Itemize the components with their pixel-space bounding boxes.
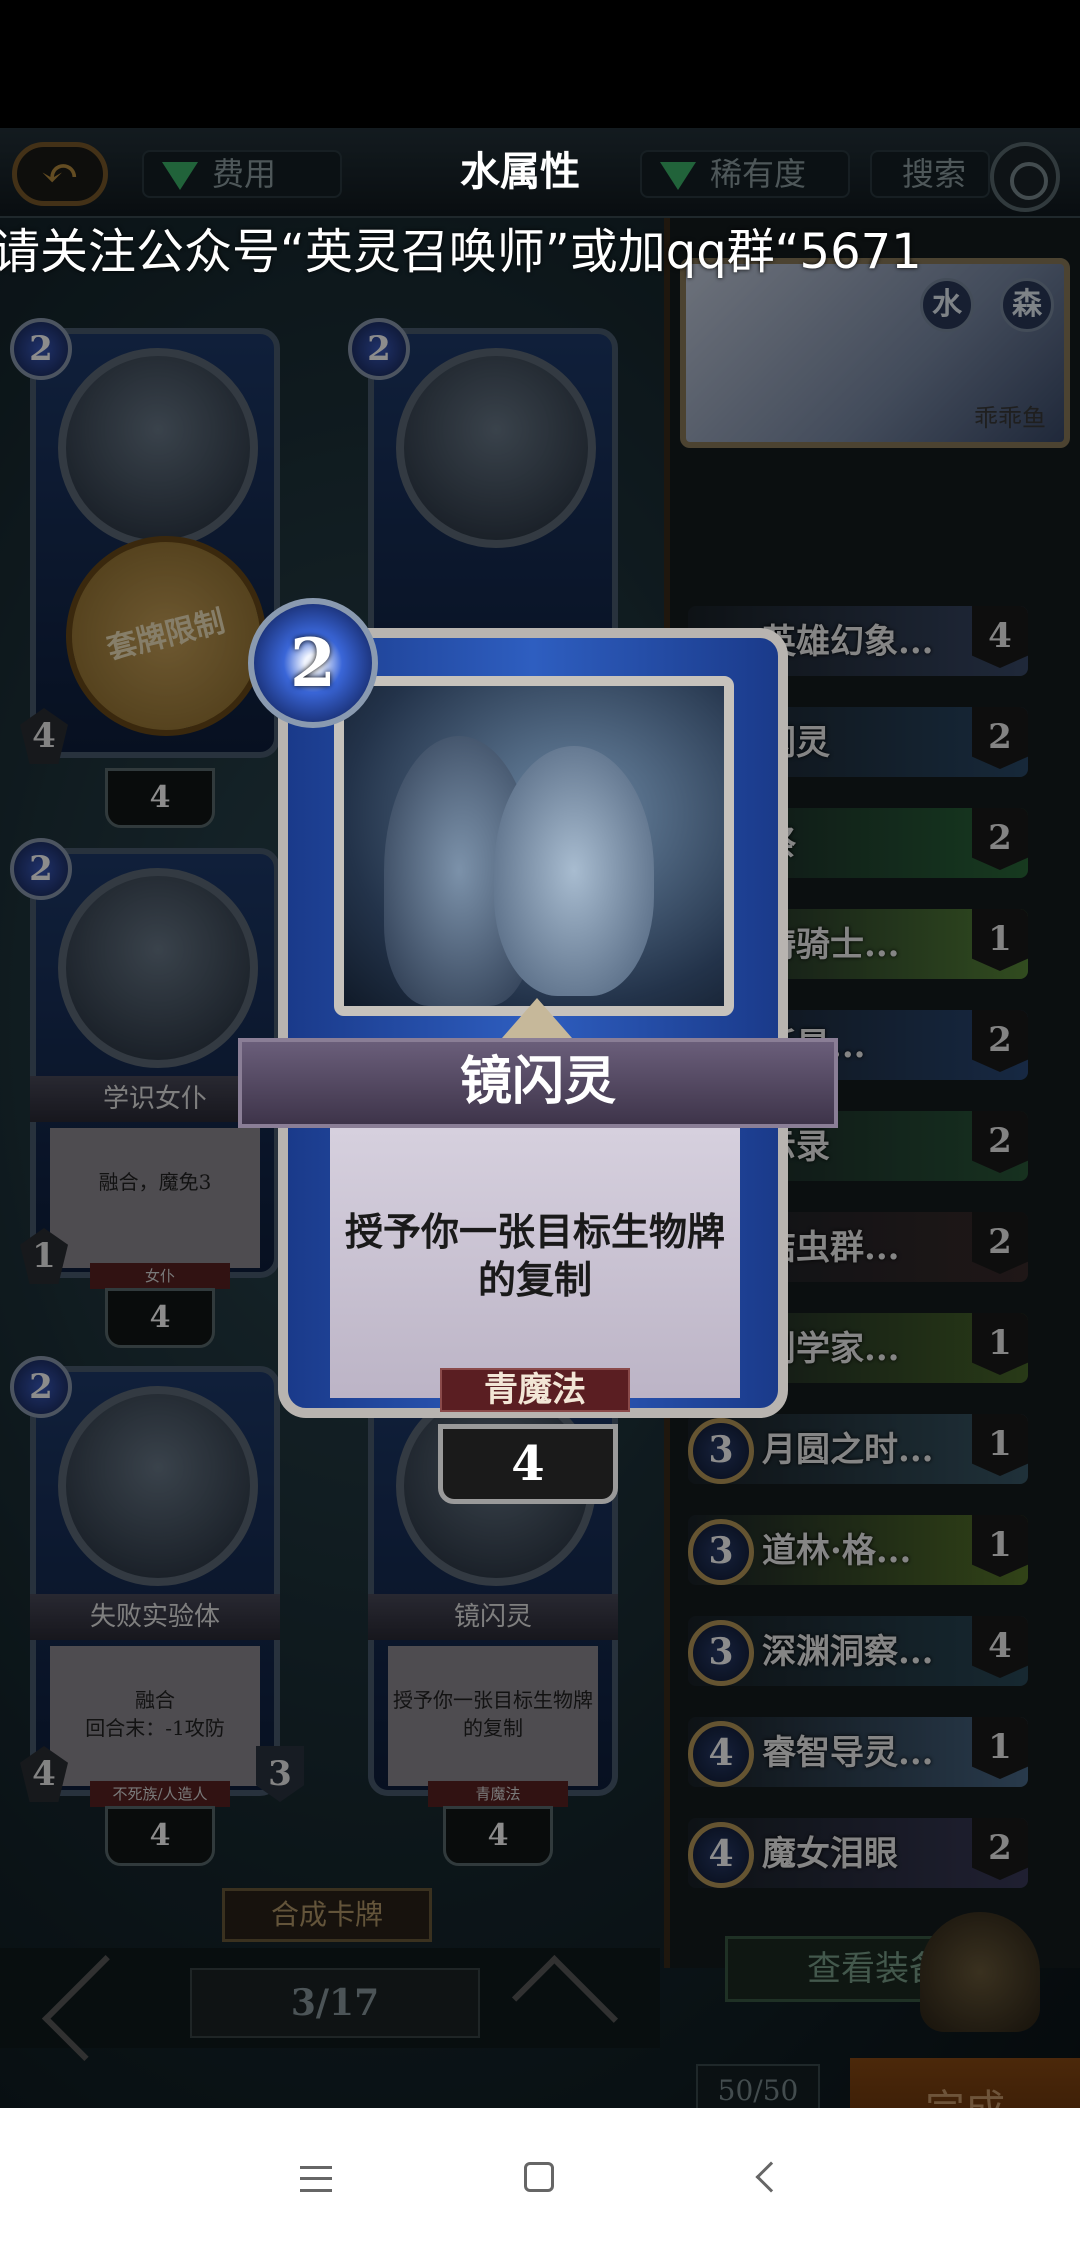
card-name: 镜闪灵 [238, 1038, 838, 1128]
card-cost-gem: 2 [248, 598, 378, 728]
card-class: 青魔法 [440, 1368, 630, 1412]
menu-icon[interactable] [300, 2166, 332, 2192]
deck-builder-screen: ↶ 费用 水属性 稀有度 搜索 2 4 4 2 2 学识女仆 融合，魔免3 女仆 1 4 2 失败实验… [0, 128, 1080, 2108]
card-description: 授予你一张目标生物牌的复制 [330, 1128, 740, 1398]
app-root: ↶ 费用 水属性 稀有度 搜索 2 4 4 2 2 学识女仆 融合，魔免3 女仆 1 4 2 失败实验… [0, 0, 1080, 2244]
card-art [334, 676, 734, 1016]
attribute-filter-label: 水属性 [460, 148, 580, 195]
home-icon[interactable] [524, 2162, 554, 2192]
card-art-figure [494, 746, 654, 996]
card-owned-count: 4 [438, 1424, 618, 1504]
system-nav-bar [0, 2108, 1080, 2244]
attribute-filter[interactable]: 水属性 [392, 150, 612, 198]
notice-banner: 请关注公众号“英灵召唤师”或加qq群“5671 [0, 224, 922, 280]
card-detail-popup[interactable]: 镜闪灵 授予你一张目标生物牌的复制 青魔法 2 4 [238, 598, 838, 1504]
back-icon[interactable] [755, 2161, 787, 2193]
